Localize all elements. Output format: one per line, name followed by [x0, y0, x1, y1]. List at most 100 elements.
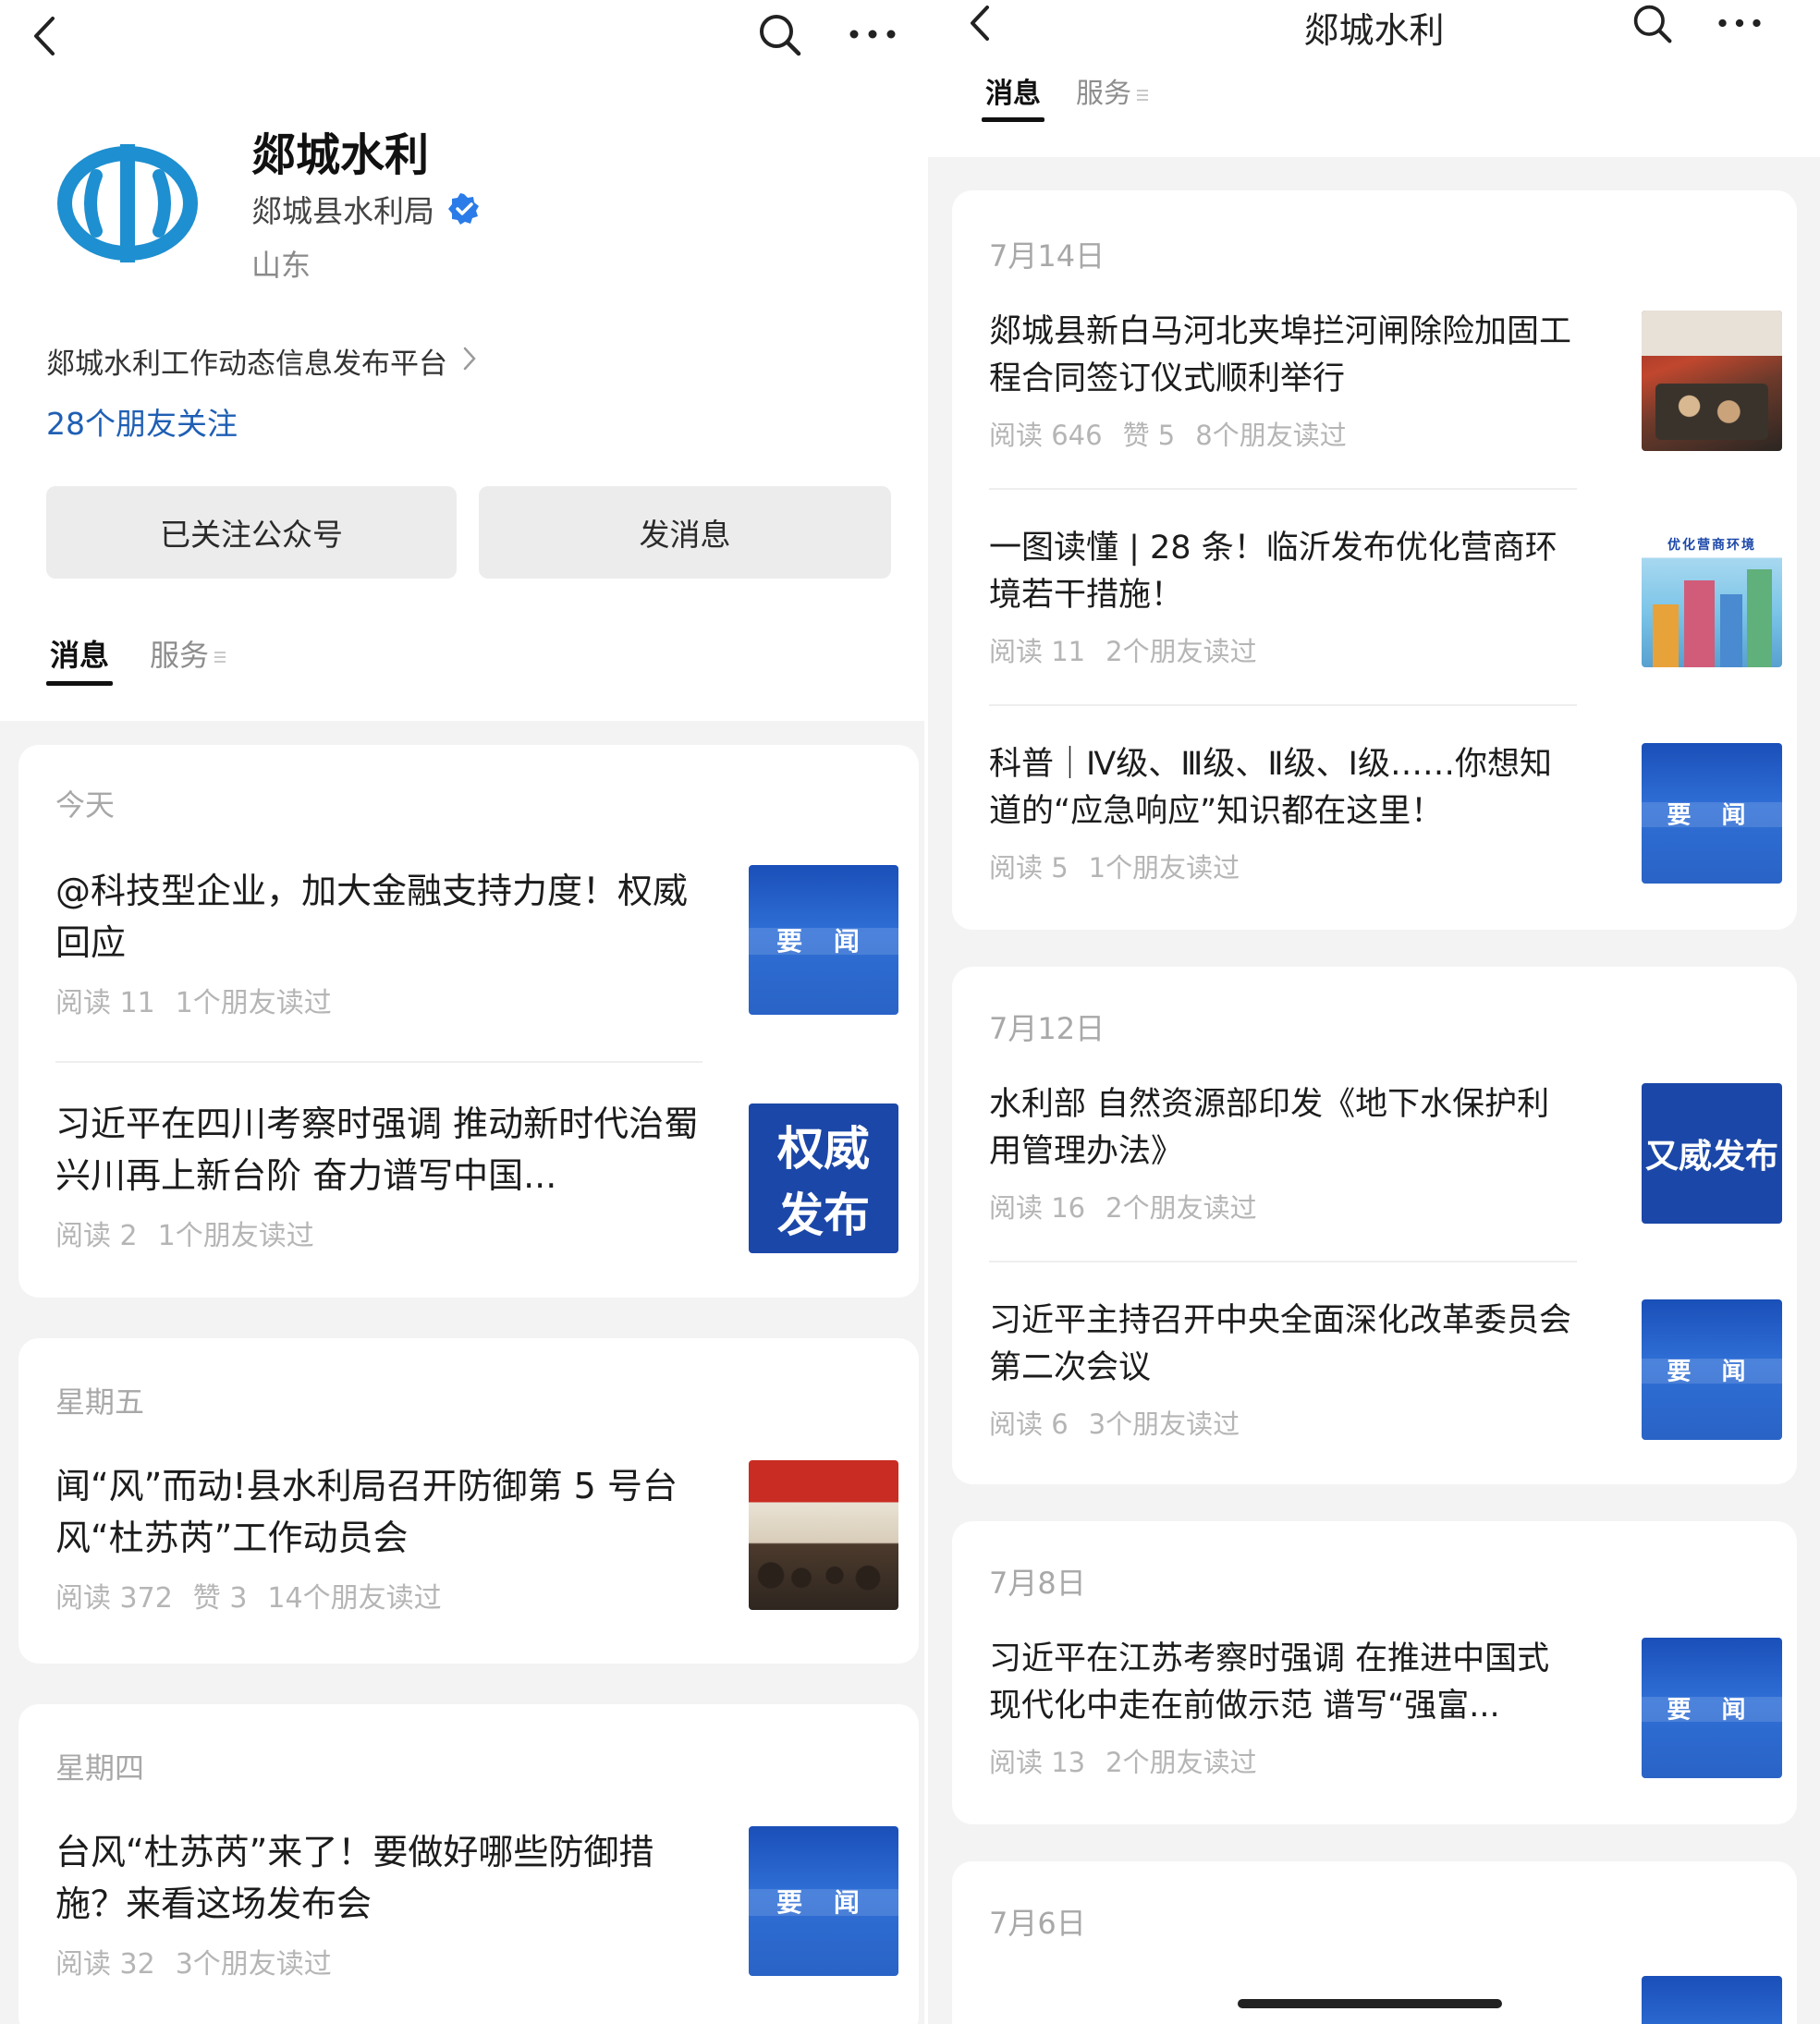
read-count: 阅读 16 [989, 1192, 1086, 1224]
article-item[interactable]: 科普｜Ⅳ级、Ⅲ级、Ⅱ级、Ⅰ级……你想知道的“应急响应”知识都在这里！ 阅读 5 1… [989, 741, 1782, 885]
tab-services[interactable]: 服务 [150, 632, 226, 686]
water-conservancy-logo [54, 139, 202, 268]
thumbnail-label: 要 闻 [776, 1887, 871, 1918]
article-thumbnail: 优化营商环境 [1642, 527, 1782, 667]
article-thumbnail: 又威发布 [1642, 1083, 1782, 1224]
friends-read: 14个朋友读过 [267, 1582, 442, 1615]
page-title: 郯城水利 [1303, 10, 1445, 51]
account-description-link[interactable]: 郯城水利工作动态信息发布平台 [46, 340, 477, 382]
read-count: 阅读 13 [989, 1747, 1086, 1778]
group-date: 今天 [55, 787, 116, 823]
read-count: 阅读 32 [55, 1948, 155, 1981]
tab-messages[interactable]: 消息 [45, 632, 114, 686]
article-thumbnail [749, 1460, 898, 1610]
friends-read: 1个朋友读过 [1088, 852, 1240, 884]
account-profile-panel: 郯城水利 郯城县水利局 山东 郯城水利工作动态信息发布平台 28个朋友关注 已关… [0, 0, 924, 2024]
message-group-card: 星期四 台风“杜苏芮”来了！要做好哪些防御措施？来看这场发布会 阅读 32 3个朋… [18, 1704, 919, 2024]
tab-bar: 消息 服务 [45, 632, 226, 686]
group-date: 7月14日 [989, 238, 1105, 274]
top-bar: 郯城水利 消息 服务 [928, 0, 1820, 157]
article-meta: 阅读 11 2个朋友读过 [989, 630, 1277, 669]
read-count: 阅读 6 [989, 1408, 1069, 1440]
account-description: 郯城水利工作动态信息发布平台 [46, 347, 447, 381]
article-item[interactable]: 习近平在江苏考察时强调 在推进中国式现代化中走在前做示范 谱写“强富... 阅读… [989, 1636, 1782, 1780]
group-date: 7月8日 [989, 1566, 1086, 1601]
article-thumbnail: 要 闻 [749, 865, 898, 1015]
article-title: 台风“杜苏芮”来了！要做好哪些防御措施？来看这场发布会 [55, 1832, 654, 1924]
divider [989, 1261, 1577, 1262]
divider [989, 488, 1577, 490]
read-count: 阅读 11 [55, 987, 155, 1019]
friends-read: 3个朋友读过 [175, 1948, 332, 1981]
group-date: 星期四 [55, 1750, 145, 1786]
article-item[interactable]: 习近平在四川考察时强调 推动新时代治蜀兴川再上新台阶 奋力谱写中国... 阅读 … [55, 1098, 898, 1264]
followed-button[interactable]: 已关注公众号 [46, 486, 457, 579]
article-title: @科技型企业，加大金融支持力度！权威回应 [55, 871, 689, 963]
thumbnail-label: 要 闻 [1667, 801, 1757, 830]
group-date: 7月12日 [989, 1011, 1105, 1046]
article-meta: 阅读 5 1个朋友读过 [989, 847, 1260, 885]
article-item[interactable]: 一图读懂 | 28 条！临沂发布优化营商环境若干措施！ 阅读 11 2个朋友读过 … [989, 525, 1782, 669]
read-count: 阅读 5 [989, 852, 1069, 884]
chevron-right-icon [462, 343, 477, 380]
article-item[interactable]: 水利部 自然资源部印发《地下水保护利用管理办法》 阅读 16 2个朋友读过 又威发… [989, 1081, 1782, 1225]
friends-read: 2个朋友读过 [1105, 636, 1257, 667]
article-item[interactable]: 闻“风”而动!县水利局召开防御第 5 号台风“杜苏芮”工作动员会 阅读 372 赞… [55, 1460, 898, 1627]
article-title: 科普｜Ⅳ级、Ⅲ级、Ⅱ级、Ⅰ级……你想知道的“应急响应”知识都在这里！ [989, 746, 1552, 830]
search-icon[interactable] [754, 9, 806, 61]
article-item[interactable]: @科技型企业，加大金融支持力度！权威回应 阅读 11 1个朋友读过 要 闻 [55, 865, 898, 1031]
article-thumbnail: 权威 发布 [749, 1103, 898, 1253]
message-group-card: 7月8日 习近平在江苏考察时强调 在推进中国式现代化中走在前做示范 谱写“强富.… [952, 1521, 1797, 1824]
friends-read: 8个朋友读过 [1195, 420, 1347, 451]
article-meta: 阅读 11 1个朋友读过 [55, 980, 352, 1020]
group-date: 7月6日 [989, 1906, 1086, 1941]
home-indicator[interactable] [1238, 1999, 1502, 2008]
search-icon[interactable] [1629, 0, 1677, 48]
account-name: 郯城水利 [251, 129, 430, 181]
article-item[interactable]: 台风“杜苏芮”来了！要做好哪些防御措施？来看这场发布会 阅读 32 3个朋友读过 … [55, 1826, 898, 1993]
send-message-button[interactable]: 发消息 [479, 486, 891, 579]
thumbnail-label: 要 闻 [1667, 1358, 1757, 1386]
message-group-card: 7月14日 郯城县新白马河北夹埠拦河闸除险加固工程合同签订仪式顺利举行 阅读 6… [952, 190, 1797, 930]
more-dots-icon[interactable] [1716, 9, 1764, 37]
org-name: 郯城县水利局 [251, 193, 434, 229]
article-meta: 阅读 6 3个朋友读过 [989, 1403, 1260, 1442]
article-title: 习近平在江苏考察时强调 在推进中国式现代化中走在前做示范 谱写“强富... [989, 1640, 1550, 1725]
message-group-card: 7月12日 水利部 自然资源部印发《地下水保护利用管理办法》 阅读 16 2个朋友… [952, 967, 1797, 1484]
back-icon[interactable] [26, 13, 63, 59]
like-count: 赞 3 [192, 1582, 248, 1615]
group-date: 星期五 [55, 1384, 145, 1420]
article-meta: 阅读 13 2个朋友读过 [989, 1741, 1277, 1780]
divider [989, 704, 1577, 706]
article-item[interactable]: 郯城县新白马河北夹埠拦河闸除险加固工程合同签订仪式顺利举行 阅读 646 赞 5 8… [989, 309, 1782, 453]
tab-messages[interactable]: 消息 [982, 70, 1044, 122]
article-thumbnail [1642, 1976, 1782, 2024]
thumbnail-label: 又威发布 [1644, 1138, 1778, 1176]
article-title: 郯城县新白马河北夹埠拦河闸除险加固工程合同签订仪式顺利举行 [989, 313, 1572, 397]
message-group-card: 星期五 闻“风”而动!县水利局召开防御第 5 号台风“杜苏芮”工作动员会 阅读 … [18, 1338, 919, 1664]
friends-read: 1个朋友读过 [175, 987, 332, 1019]
article-thumbnail: 要 闻 [749, 1826, 898, 1976]
more-dots-icon[interactable] [847, 20, 898, 48]
tab-services[interactable]: 服务 [1076, 70, 1148, 122]
article-meta: 阅读 32 3个朋友读过 [55, 1941, 352, 1981]
friends-read: 1个朋友读过 [157, 1220, 314, 1252]
friends-follow-count[interactable]: 28个朋友关注 [46, 399, 238, 444]
article-title: 水利部 自然资源部印发《地下水保护利用管理办法》 [989, 1086, 1550, 1170]
article-item[interactable]: 习近平主持召开中央全面深化改革委员会第二次会议 阅读 6 3个朋友读过 要 闻 [989, 1298, 1782, 1442]
menu-icon [1137, 87, 1148, 104]
article-thumbnail: 要 闻 [1642, 1299, 1782, 1440]
thumbnail-label: 要 闻 [1667, 1696, 1757, 1725]
like-count: 赞 5 [1122, 420, 1176, 451]
article-thumbnail: 要 闻 [1642, 743, 1782, 884]
org-row: 郯城县水利局 [251, 187, 481, 231]
thumbnail-label: 权威 [777, 1122, 870, 1176]
tab-label: 消息 [985, 78, 1041, 110]
message-group-card: 今天 @科技型企业，加大金融支持力度！权威回应 阅读 11 1个朋友读过 要 闻 … [18, 745, 919, 1298]
read-count: 阅读 646 [989, 420, 1103, 451]
article-meta: 阅读 646 赞 5 8个朋友读过 [989, 414, 1367, 453]
message-list-panel: 郯城水利 消息 服务 7月14日 郯城县新白马河北夹埠拦河闸除险加固工程合同签订… [928, 0, 1820, 2024]
article-meta: 阅读 2 1个朋友读过 [55, 1213, 335, 1253]
profile-header: 郯城水利 郯城县水利局 山东 郯城水利工作动态信息发布平台 28个朋友关注 已关… [0, 0, 924, 721]
tab-label: 服务 [150, 638, 210, 673]
